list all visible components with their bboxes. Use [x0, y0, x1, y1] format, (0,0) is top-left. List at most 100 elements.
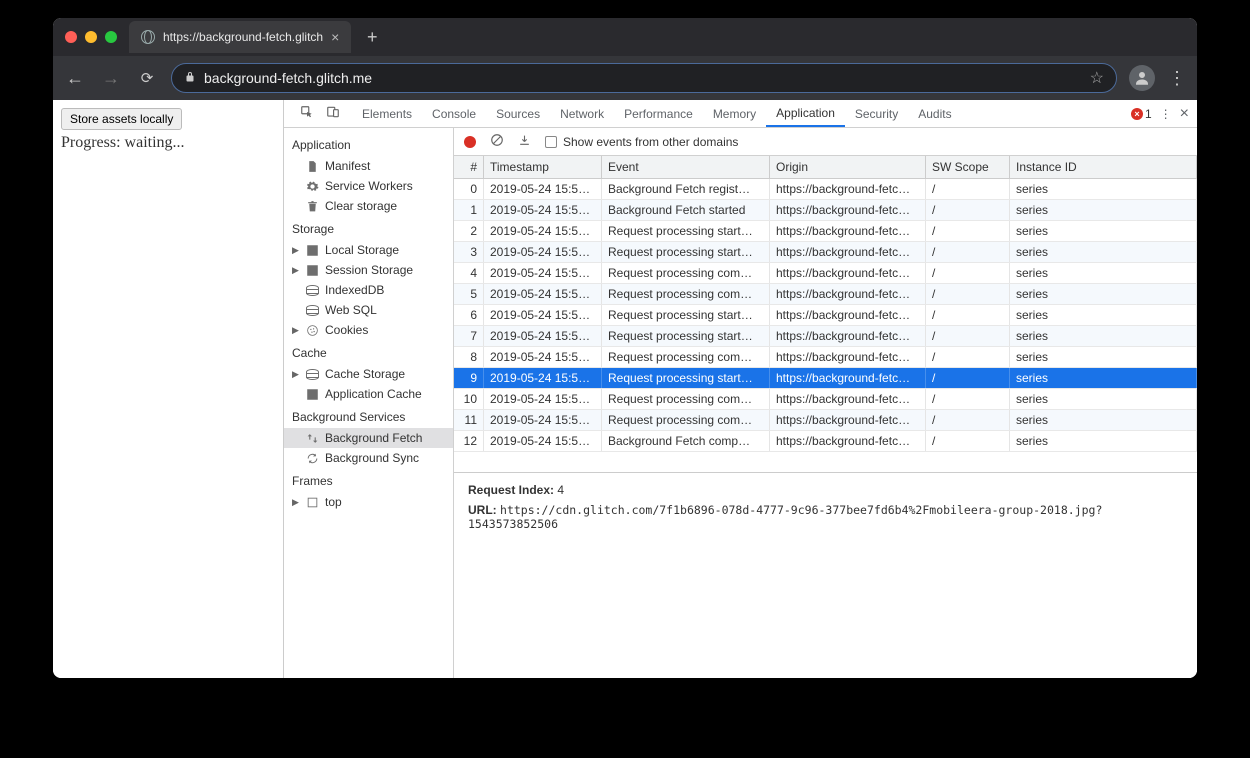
download-icon[interactable] — [518, 134, 531, 150]
panel-tab-network[interactable]: Network — [550, 100, 614, 127]
panel-tab-audits[interactable]: Audits — [908, 100, 961, 127]
table-row[interactable]: 02019-05-24 15:5…Background Fetch regist… — [454, 179, 1197, 200]
table-cell: 2019-05-24 15:5… — [484, 305, 602, 325]
clear-button[interactable] — [490, 133, 504, 150]
table-row[interactable]: 42019-05-24 15:5…Request processing com…… — [454, 263, 1197, 284]
error-icon: × — [1131, 108, 1143, 120]
close-window-icon[interactable] — [65, 31, 77, 43]
table-cell: https://background-fetc… — [770, 179, 926, 199]
tree-item[interactable]: ▶Local Storage — [284, 240, 453, 260]
table-cell: https://background-fetc… — [770, 305, 926, 325]
table-row[interactable]: 22019-05-24 15:5…Request processing star… — [454, 221, 1197, 242]
panel-tab-elements[interactable]: Elements — [352, 100, 422, 127]
tree-item[interactable]: ▶Session Storage — [284, 260, 453, 280]
panel-tab-console[interactable]: Console — [422, 100, 486, 127]
titlebar: https://background-fetch.glitch × + — [53, 18, 1197, 56]
url-text: background-fetch.glitch.me — [204, 70, 1082, 86]
table-row[interactable]: 12019-05-24 15:5…Background Fetch starte… — [454, 200, 1197, 221]
tree-item[interactable]: Application Cache — [284, 384, 453, 404]
tabstrip: https://background-fetch.glitch × + — [129, 21, 385, 53]
tree-item-label: Background Sync — [325, 451, 419, 465]
record-button[interactable] — [464, 136, 476, 148]
tree-item[interactable]: IndexedDB — [284, 280, 453, 300]
table-cell: Request processing com… — [602, 389, 770, 409]
browser-toolbar: ← → ⟳ background-fetch.glitch.me ☆ ⋮ — [53, 56, 1197, 100]
table-row[interactable]: 122019-05-24 15:5…Background Fetch comp…… — [454, 431, 1197, 452]
table-cell: 2019-05-24 15:5… — [484, 326, 602, 346]
store-assets-button[interactable]: Store assets locally — [61, 108, 182, 130]
forward-button[interactable]: → — [99, 68, 123, 89]
tree-item[interactable]: ▶Cache Storage — [284, 364, 453, 384]
table-cell: Request processing start… — [602, 221, 770, 241]
table-row[interactable]: 52019-05-24 15:5…Request processing com…… — [454, 284, 1197, 305]
table-cell: Request processing start… — [602, 368, 770, 388]
tab-title: https://background-fetch.glitch — [163, 30, 323, 44]
column-header[interactable]: SW Scope — [926, 156, 1010, 178]
tree-item[interactable]: Manifest — [284, 156, 453, 176]
column-header[interactable]: # — [454, 156, 484, 178]
new-tab-button[interactable]: + — [359, 24, 385, 50]
tree-item[interactable]: ▶top — [284, 492, 453, 512]
inspect-element-icon[interactable] — [294, 105, 320, 122]
database-icon — [306, 285, 319, 296]
table-cell: 2019-05-24 15:5… — [484, 347, 602, 367]
table-cell: series — [1010, 389, 1197, 409]
back-button[interactable]: ← — [63, 68, 87, 89]
tree-section: Frames — [284, 468, 453, 492]
table-row[interactable]: 82019-05-24 15:5…Request processing com…… — [454, 347, 1197, 368]
table-cell: series — [1010, 305, 1197, 325]
browser-menu-icon[interactable]: ⋮ — [1167, 68, 1187, 89]
panel-tab-sources[interactable]: Sources — [486, 100, 550, 127]
table-cell: / — [926, 221, 1010, 241]
bookmark-icon[interactable]: ☆ — [1090, 68, 1104, 88]
table-row[interactable]: 72019-05-24 15:5…Request processing star… — [454, 326, 1197, 347]
table-row[interactable]: 102019-05-24 15:5…Request processing com… — [454, 389, 1197, 410]
table-cell: series — [1010, 326, 1197, 346]
table-cell: Request processing com… — [602, 410, 770, 430]
maximize-window-icon[interactable] — [105, 31, 117, 43]
profile-avatar[interactable] — [1129, 65, 1155, 91]
table-cell: https://background-fetc… — [770, 389, 926, 409]
tree-item[interactable]: Background Sync — [284, 448, 453, 468]
panel-tab-application[interactable]: Application — [766, 100, 845, 127]
table-cell: 1 — [454, 200, 484, 220]
device-toggle-icon[interactable] — [320, 105, 346, 122]
table-cell: / — [926, 389, 1010, 409]
tree-item-label: Cache Storage — [325, 367, 405, 381]
content-area: Store assets locally Progress: waiting..… — [53, 100, 1197, 678]
browser-tab[interactable]: https://background-fetch.glitch × — [129, 21, 351, 53]
table-cell: https://background-fetc… — [770, 410, 926, 430]
column-header[interactable]: Event — [602, 156, 770, 178]
table-cell: https://background-fetc… — [770, 221, 926, 241]
tree-item[interactable]: Service Workers — [284, 176, 453, 196]
column-header[interactable]: Timestamp — [484, 156, 602, 178]
table-row[interactable]: 62019-05-24 15:5…Request processing star… — [454, 305, 1197, 326]
tree-item[interactable]: Web SQL — [284, 300, 453, 320]
address-bar[interactable]: background-fetch.glitch.me ☆ — [171, 63, 1117, 93]
column-header[interactable]: Origin — [770, 156, 926, 178]
table-cell: / — [926, 179, 1010, 199]
close-tab-icon[interactable]: × — [331, 29, 339, 45]
column-header[interactable]: Instance ID — [1010, 156, 1197, 178]
tree-item[interactable]: ▶Cookies — [284, 320, 453, 340]
table-row[interactable]: 32019-05-24 15:5…Request processing star… — [454, 242, 1197, 263]
devtools-menu-icon[interactable]: ⋮ — [1160, 107, 1172, 121]
tree-item[interactable]: Clear storage — [284, 196, 453, 216]
error-badge[interactable]: × 1 — [1131, 107, 1152, 121]
tree-item[interactable]: Background Fetch — [284, 428, 453, 448]
show-events-checkbox[interactable]: Show events from other domains — [545, 135, 738, 149]
panel-tab-performance[interactable]: Performance — [614, 100, 703, 127]
table-row[interactable]: 92019-05-24 15:5…Request processing star… — [454, 368, 1197, 389]
panel-tab-security[interactable]: Security — [845, 100, 908, 127]
reload-button[interactable]: ⟳ — [135, 69, 159, 87]
table-row[interactable]: 112019-05-24 15:5…Request processing com… — [454, 410, 1197, 431]
panel-tab-memory[interactable]: Memory — [703, 100, 766, 127]
table-cell: / — [926, 200, 1010, 220]
application-sidebar: ApplicationManifestService WorkersClear … — [284, 128, 454, 678]
devtools-close-icon[interactable]: × — [1180, 105, 1189, 123]
tree-item-label: Manifest — [325, 159, 370, 173]
bg-fetch-toolbar: Show events from other domains — [454, 128, 1197, 156]
table-cell: 7 — [454, 326, 484, 346]
minimize-window-icon[interactable] — [85, 31, 97, 43]
swap-icon — [306, 432, 319, 445]
